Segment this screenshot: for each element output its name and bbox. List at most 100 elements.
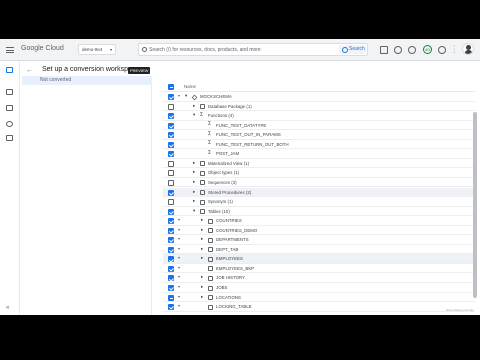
row-checkbox[interactable] bbox=[168, 160, 174, 167]
add-icon[interactable] bbox=[6, 121, 13, 127]
collapse-chevron-icon[interactable]: ▾ bbox=[193, 208, 195, 214]
search-input[interactable]: Search (/) for resources, docs, products… bbox=[149, 47, 261, 53]
expand-chevron-icon[interactable]: ▸ bbox=[201, 284, 203, 290]
collapse-chevron-icon[interactable]: ▾ bbox=[185, 93, 187, 99]
row-checkbox[interactable] bbox=[168, 189, 174, 196]
tree-row-label: DEPT_TAB bbox=[216, 246, 239, 252]
project-picker[interactable]: demo-0e4 ▾ bbox=[78, 44, 116, 55]
expand-chevron-icon[interactable]: ▸ bbox=[201, 217, 203, 223]
main-menu-icon[interactable] bbox=[6, 47, 14, 53]
row-menu-chevron-icon[interactable]: ▾ bbox=[178, 255, 180, 260]
tree-row[interactable]: ▸ Object types (1) bbox=[163, 168, 475, 178]
expand-chevron-icon[interactable]: ▸ bbox=[201, 227, 203, 233]
expand-chevron-icon[interactable]: ▸ bbox=[193, 103, 195, 109]
row-menu-chevron-icon[interactable]: ▾ bbox=[178, 236, 180, 241]
tree-row[interactable]: ▾ ▸ DEPT_TAB bbox=[163, 245, 475, 255]
tree-row[interactable]: Σ FUNC_TEST_RETURN_OUT_BOTH bbox=[163, 140, 475, 150]
notification-count-badge[interactable]: 40 bbox=[423, 45, 432, 54]
expand-chevron-icon[interactable]: ▸ bbox=[201, 246, 203, 252]
row-menu-chevron-icon[interactable]: ▾ bbox=[178, 265, 180, 270]
expand-chevron-icon[interactable]: ▸ bbox=[201, 274, 203, 280]
tree-row[interactable]: ▾ Tables (10) bbox=[163, 207, 475, 217]
tree-row[interactable]: ▾ ▸ JOBS bbox=[163, 283, 475, 293]
row-checkbox[interactable] bbox=[168, 179, 174, 186]
back-arrow-icon[interactable]: ← bbox=[26, 67, 33, 74]
tree-row[interactable]: ▾ ▸ COUNTRIES_DEMO bbox=[163, 226, 475, 236]
expand-chevron-icon[interactable]: ▸ bbox=[201, 236, 203, 242]
tree-row[interactable]: ▾ ▸ EMPLOYEES bbox=[163, 254, 475, 264]
tree-row[interactable]: Σ POST_JAM bbox=[163, 149, 475, 159]
tree-row[interactable]: ▸ Stored Procedures (2) bbox=[163, 187, 475, 198]
expand-chevron-icon[interactable]: ▸ bbox=[193, 169, 195, 175]
help-icon[interactable] bbox=[408, 46, 416, 54]
row-checkbox[interactable] bbox=[168, 275, 174, 282]
expand-chevron-icon[interactable]: ▸ bbox=[201, 294, 203, 300]
row-checkbox[interactable] bbox=[168, 227, 174, 234]
search-button[interactable]: Search bbox=[339, 45, 366, 54]
tree-row[interactable]: ▾ ▸ LOCATIONS bbox=[163, 293, 475, 303]
row-checkbox[interactable] bbox=[168, 246, 174, 253]
row-menu-chevron-icon[interactable]: ▾ bbox=[178, 294, 180, 299]
collapse-chevron-icon[interactable]: ▾ bbox=[193, 112, 195, 118]
row-checkbox[interactable] bbox=[168, 285, 174, 291]
expand-chevron-icon[interactable]: ▸ bbox=[201, 255, 203, 261]
row-checkbox[interactable] bbox=[168, 94, 174, 100]
row-menu-chevron-icon[interactable]: ▾ bbox=[178, 93, 180, 98]
tree-row[interactable]: ▸ Sequences (3) bbox=[163, 178, 475, 188]
row-checkbox[interactable] bbox=[168, 122, 174, 129]
row-checkbox[interactable] bbox=[168, 170, 174, 177]
migration-icon[interactable] bbox=[6, 67, 13, 73]
row-checkbox[interactable] bbox=[168, 265, 174, 272]
row-checkbox[interactable] bbox=[168, 237, 174, 244]
scrollbar[interactable] bbox=[473, 112, 477, 298]
row-menu-chevron-icon[interactable]: ▾ bbox=[178, 246, 180, 251]
tree-row[interactable]: ▸ Synonym (1) bbox=[163, 197, 475, 207]
collapse-icon[interactable]: « bbox=[6, 305, 13, 311]
notifications-icon[interactable] bbox=[394, 46, 402, 54]
select-all-checkbox[interactable] bbox=[168, 84, 174, 90]
jobs-icon[interactable] bbox=[6, 105, 13, 111]
tree-row[interactable]: ▾ Σ Functions (4) bbox=[163, 111, 475, 121]
row-menu-chevron-icon[interactable]: ▾ bbox=[178, 274, 180, 279]
row-menu-chevron-icon[interactable]: ▾ bbox=[178, 284, 180, 289]
tree-row[interactable]: ▾ ▸ COUNTRIES bbox=[163, 216, 475, 226]
status-row[interactable]: Not converted bbox=[22, 76, 152, 85]
tree-row[interactable]: ▸ Materialized View (1) bbox=[163, 159, 475, 169]
tree-row[interactable]: ▾ ▸ JOB HISTORY bbox=[163, 273, 475, 283]
tree-row[interactable]: Σ FUNC_TEST_DATATYPE bbox=[163, 121, 475, 131]
search-bar[interactable]: Search (/) for resources, docs, products… bbox=[138, 43, 368, 56]
tree-row[interactable]: ▾ ▸ DEPARTMENTS bbox=[163, 235, 475, 245]
row-checkbox[interactable] bbox=[168, 304, 174, 311]
project-name: demo-0e4 bbox=[82, 47, 103, 52]
row-checkbox[interactable] bbox=[168, 141, 174, 148]
expand-chevron-icon[interactable]: ▸ bbox=[193, 160, 195, 166]
tree-row[interactable]: ▾ EMPLOYEES_BKP bbox=[163, 264, 475, 274]
tree-row[interactable]: ▾ LOCKING_TABLE bbox=[163, 302, 475, 312]
avatar[interactable] bbox=[462, 43, 474, 55]
row-checkbox[interactable] bbox=[168, 113, 174, 120]
row-checkbox[interactable] bbox=[168, 132, 174, 139]
row-checkbox[interactable] bbox=[168, 218, 174, 225]
more-options-icon[interactable]: · · · bbox=[453, 43, 455, 56]
row-menu-chevron-icon[interactable]: ▾ bbox=[178, 227, 180, 232]
row-menu-chevron-icon[interactable]: ▾ bbox=[178, 303, 180, 308]
dashboard-icon[interactable] bbox=[6, 89, 13, 95]
google-cloud-logo[interactable]: Google Cloud bbox=[21, 45, 64, 52]
expand-chevron-icon[interactable]: ▸ bbox=[193, 179, 195, 185]
row-checkbox[interactable] bbox=[168, 199, 174, 206]
row-menu-chevron-icon[interactable]: ▾ bbox=[178, 217, 180, 222]
row-checkbox[interactable] bbox=[168, 103, 174, 110]
row-checkbox[interactable] bbox=[168, 208, 174, 215]
row-checkbox[interactable] bbox=[168, 256, 174, 263]
tree-row[interactable]: ▾ ▾ MOCKSCHEMA bbox=[163, 92, 475, 102]
expand-chevron-icon[interactable]: ▸ bbox=[193, 198, 195, 204]
expand-chevron-icon[interactable]: ▸ bbox=[193, 189, 195, 195]
workspace-icon[interactable] bbox=[6, 135, 13, 141]
tree-row[interactable]: Σ FUNC_TEST_OUT_IN_PARAMS bbox=[163, 130, 475, 140]
tree-row[interactable]: ▸ Database Package (1) bbox=[163, 102, 475, 112]
row-checkbox[interactable] bbox=[168, 294, 174, 301]
debug-console-link[interactable]: Show debug console bbox=[446, 308, 474, 312]
settings-icon[interactable] bbox=[438, 46, 446, 54]
row-checkbox[interactable] bbox=[168, 151, 174, 158]
cloud-shell-icon[interactable] bbox=[380, 46, 388, 54]
